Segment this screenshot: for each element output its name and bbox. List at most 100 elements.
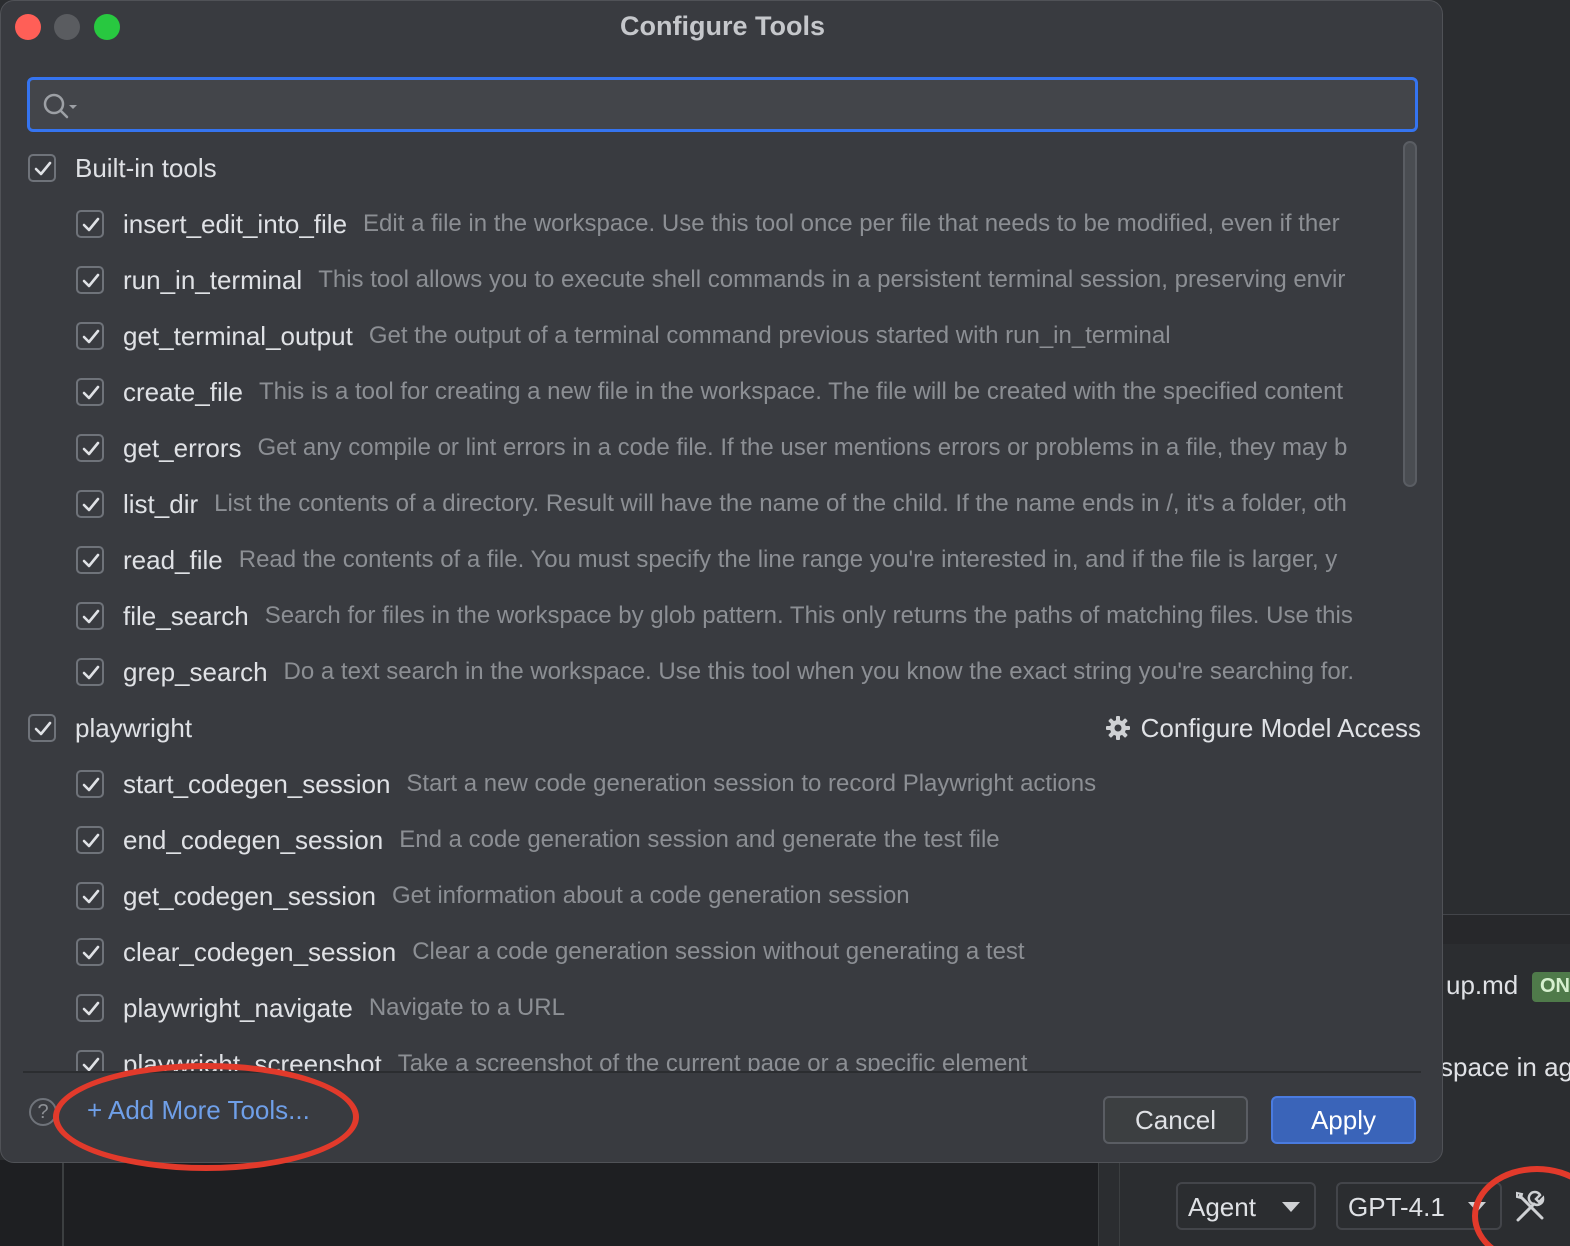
search-box[interactable] [27,77,1418,132]
checkmark-icon [82,665,100,680]
tool-name: grep_search [123,656,268,687]
background-file-label[interactable]: up.md [1446,970,1518,1001]
status-badge: ON [1532,972,1570,1002]
model-dropdown-label: GPT-4.1 [1348,1192,1445,1222]
tool-name: run_in_terminal [123,264,303,295]
group-checkbox[interactable] [28,154,56,182]
tool-row: run_in_terminal This tool allows you to e… [76,255,1421,305]
ide-panel-header-strip [1440,914,1570,944]
checkmark-icon [82,329,100,344]
checkmark-icon [82,777,100,792]
tool-description: Edit a file in the workspace. Use this t… [363,210,1340,237]
checkmark-icon [82,273,100,288]
tool-checkbox[interactable] [76,434,104,462]
tool-row: playwright_screenshot Take a screenshot o… [76,1039,1421,1071]
checkmark-icon [34,161,52,176]
tool-name: clear_codegen_session [123,936,397,967]
search-input[interactable] [90,88,1390,122]
checkmark-icon [82,945,100,960]
tool-row: read_file Read the contents of a file. Yo… [76,535,1421,585]
tool-name: end_codegen_session [123,824,384,855]
editor-gutter-line [62,1160,64,1246]
tool-description: Navigate to a URL [368,994,565,1021]
tool-name: get_errors [123,432,242,463]
tool-checkbox[interactable] [76,322,104,350]
tool-checkbox[interactable] [76,266,104,294]
group-checkbox[interactable] [28,714,56,742]
tool-checkbox[interactable] [76,770,104,798]
tool-name: start_codegen_session [123,768,391,799]
checkmark-icon [82,1001,100,1016]
tool-checkbox[interactable] [76,1050,104,1071]
tool-description: Get the output of a terminal command pre… [368,322,1171,349]
tool-checkbox[interactable] [76,210,104,238]
tool-row: file_search Search for files in the works… [76,591,1421,641]
checkmark-icon [82,497,100,512]
tool-name: read_file [123,544,223,575]
tool-name: insert_edit_into_file [123,208,348,239]
tool-checkbox[interactable] [76,882,104,910]
tool-row: playwright_navigate Navigate to a URL [76,983,1421,1033]
tool-row: get_errors Get any compile or lint errors… [76,423,1421,473]
tool-description: Take a screenshot of the current page or… [397,1050,1028,1071]
checkmark-icon [82,609,100,624]
highlight-circle-add-more [53,1063,359,1171]
mode-dropdown[interactable]: Agent [1176,1182,1316,1230]
tool-description: Search for files in the workspace by glo… [264,602,1353,629]
tool-checkbox[interactable] [76,602,104,630]
chevron-down-icon [1282,1202,1300,1212]
tool-row: end_codegen_session End a code generation… [76,815,1421,865]
checkmark-icon [82,833,100,848]
tool-checkbox[interactable] [76,378,104,406]
tool-name: get_terminal_output [123,320,353,351]
checkmark-icon [82,217,100,232]
checkmark-icon [82,889,100,904]
tool-checkbox[interactable] [76,658,104,686]
tool-description: Do a text search in the workspace. Use t… [283,658,1355,685]
tool-description: This is a tool for creating a new file i… [258,378,1344,405]
tool-row: clear_codegen_session Clear a code genera… [76,927,1421,977]
tool-description: Clear a code generation session without … [412,938,1025,965]
tool-row: create_file This is a tool for creating a… [76,367,1421,417]
tool-row: insert_edit_into_file Edit a file in the … [76,199,1421,249]
tool-description: End a code generation session and genera… [399,826,1000,853]
configure-tools-dialog: Configure Tools Built-in tools insert_edi… [0,0,1443,1171]
tool-group-row: Built-in tools [28,143,1421,193]
tool-row: list_dir List the contents of a directory… [76,479,1421,529]
tool-name: playwright_navigate [123,992,353,1023]
tool-description: Get information about a code generation … [391,882,910,909]
tool-checkbox[interactable] [76,826,104,854]
tool-checkbox[interactable] [76,938,104,966]
tool-row: start_codegen_session Start a new code ge… [76,759,1421,809]
tool-list: Built-in tools insert_edit_into_file Edit … [1,139,1421,1071]
checkmark-icon [82,385,100,400]
configure-model-access-button[interactable]: Configure Model Access [1105,713,1421,744]
tool-description: This tool allows you to execute shell co… [318,266,1346,293]
background-text-fragment: space in ag [1440,1052,1570,1082]
tool-row: get_terminal_output Get the output of a t… [76,311,1421,361]
checkmark-icon [82,441,100,456]
tool-row: grep_search Do a text search in the works… [76,647,1421,697]
tool-name: file_search [123,600,249,631]
tool-description: List the contents of a directory. Result… [214,490,1347,517]
tool-group-row: playwright Configure Model Access [28,703,1421,753]
tool-checkbox[interactable] [76,490,104,518]
tool-row: get_codegen_session Get information about… [76,871,1421,921]
apply-button[interactable]: Apply [1271,1096,1416,1144]
checkmark-icon [34,721,52,736]
search-icon [43,93,77,119]
tool-checkbox[interactable] [76,546,104,574]
dialog-title: Configure Tools [620,11,825,41]
group-name: Built-in tools [75,152,217,183]
scrollbar-thumb[interactable] [1403,141,1417,487]
configure-model-access-label: Configure Model Access [1140,712,1421,743]
tool-name: list_dir [123,488,199,519]
group-name: playwright [75,712,193,743]
tool-description: Start a new code generation session to r… [406,770,1097,797]
tool-checkbox[interactable] [76,994,104,1022]
checkmark-icon [82,1057,100,1071]
checkmark-icon [82,553,100,568]
tool-description: Read the contents of a file. You must sp… [238,546,1338,573]
cancel-button[interactable]: Cancel [1103,1096,1248,1144]
ide-splitter[interactable] [1098,1160,1120,1246]
